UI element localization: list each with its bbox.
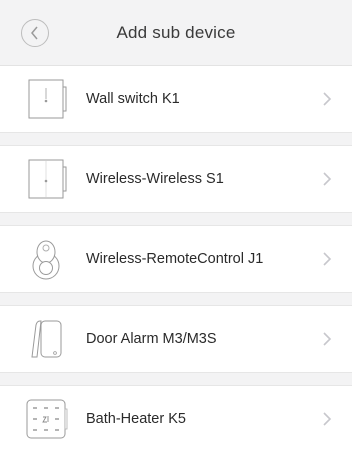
device-label: Bath-Heater K5	[86, 411, 186, 427]
wireless-switch-icon	[28, 159, 67, 199]
chevron-right-icon	[323, 332, 332, 346]
wall-switch-icon	[28, 79, 67, 119]
list-item-door-alarm-m3[interactable]: Door Alarm M3/M3S	[0, 306, 352, 372]
section-separator	[0, 212, 352, 226]
device-label: Wall switch K1	[86, 91, 180, 107]
chevron-right-icon	[323, 252, 332, 266]
chevron-right-icon	[323, 412, 332, 426]
device-label: Wireless-RemoteControl J1	[86, 251, 264, 267]
page-title: Add sub device	[116, 23, 236, 42]
list-item-wireless-s1[interactable]: Wireless-Wireless S1	[0, 146, 352, 212]
section-separator	[0, 292, 352, 306]
chevron-right-icon	[323, 172, 332, 186]
door-alarm-icon	[31, 320, 62, 358]
chevron-right-icon	[323, 92, 332, 106]
list-item-wall-switch-k1[interactable]: Wall switch K1	[0, 66, 352, 132]
device-label: Door Alarm M3/M3S	[86, 331, 217, 347]
list-item-remote-control-j1[interactable]: Wireless-RemoteControl J1	[0, 226, 352, 292]
chevron-left-icon	[31, 26, 38, 40]
device-label: Wireless-Wireless S1	[86, 171, 224, 187]
bath-heater-panel-icon	[26, 399, 68, 439]
section-separator	[0, 372, 352, 386]
section-separator	[0, 132, 352, 146]
remote-control-icon	[32, 240, 60, 280]
list-item-bath-heater-k5[interactable]: Bath-Heater K5	[0, 386, 352, 452]
back-button[interactable]	[21, 19, 49, 47]
nav-header: Add sub device	[0, 0, 352, 66]
